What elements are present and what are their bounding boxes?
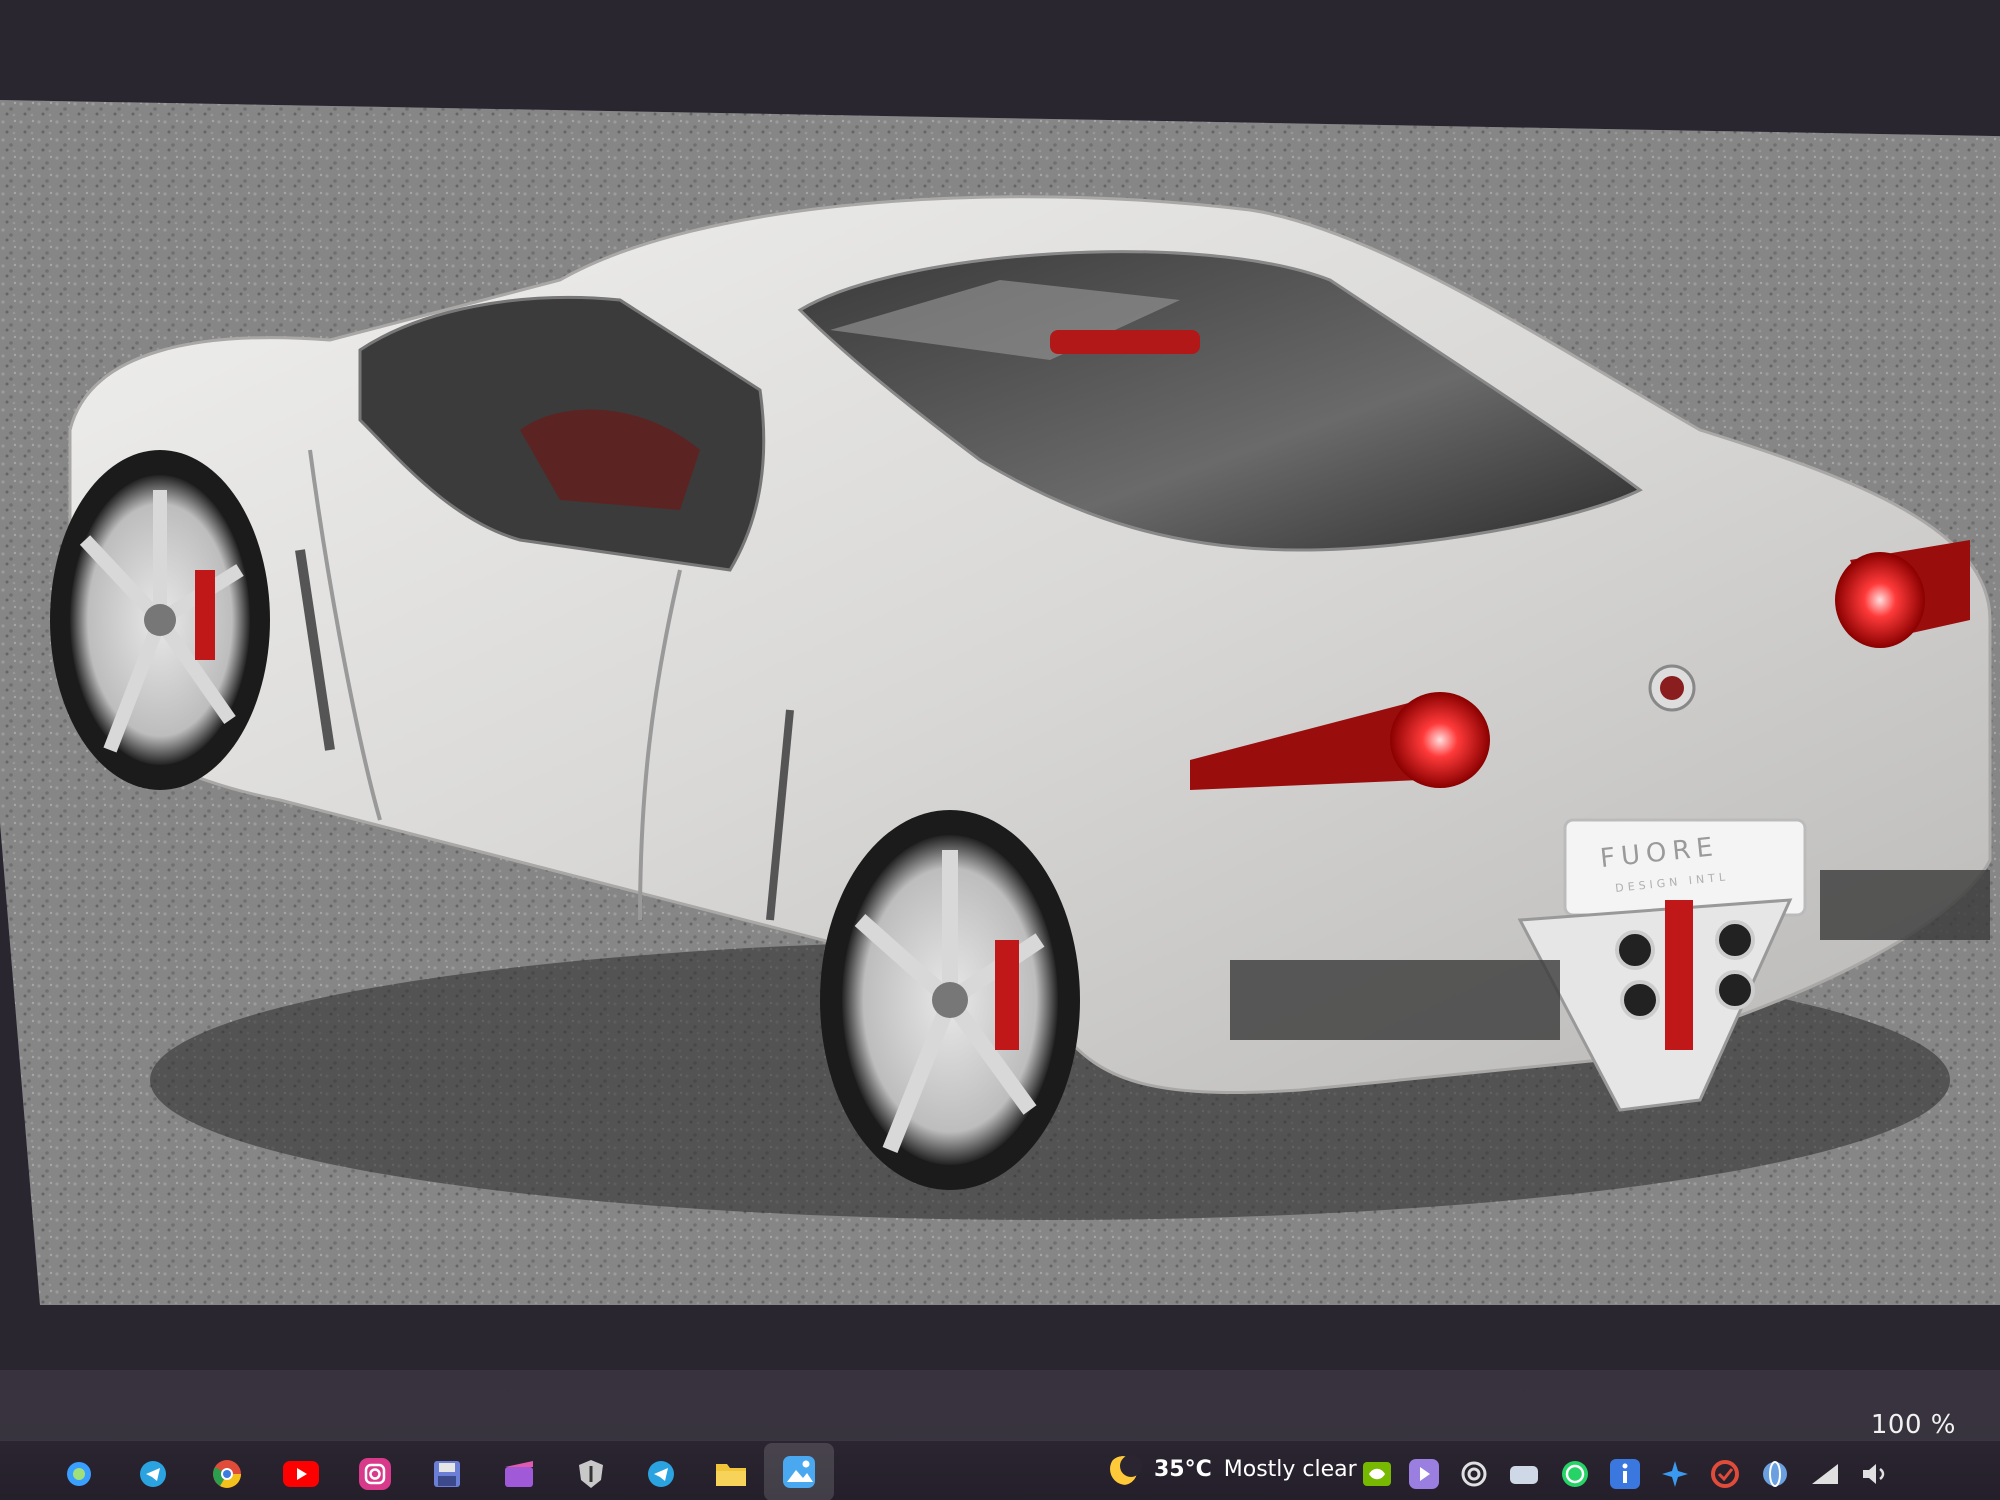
copilot-icon[interactable] — [60, 1455, 98, 1493]
save-disk-icon[interactable] — [428, 1455, 466, 1493]
antivirus-icon[interactable] — [1706, 1455, 1744, 1493]
info-icon[interactable] — [1606, 1455, 1644, 1493]
file-explorer-icon[interactable] — [712, 1455, 750, 1493]
rear-wheel — [820, 810, 1080, 1190]
car-photo-graphic — [0, 100, 2000, 1305]
photo-viewer-canvas: FUORE DESIGN INTL — [0, 0, 2000, 1370]
photos-icon[interactable] — [764, 1443, 834, 1500]
telegram-icon[interactable] — [134, 1455, 172, 1493]
cloud-icon[interactable] — [1505, 1455, 1543, 1493]
telegram-desktop-icon[interactable] — [642, 1455, 680, 1493]
whatsapp-icon[interactable] — [1556, 1455, 1594, 1493]
car-photo: FUORE DESIGN INTL — [0, 100, 2000, 1305]
volume-icon[interactable] — [1856, 1455, 1894, 1493]
chrome-icon[interactable] — [208, 1455, 246, 1493]
sparkle-icon[interactable] — [1656, 1455, 1694, 1493]
monitor-screen: FUORE DESIGN INTL 100 % 35°C Mostly clea… — [0, 0, 2000, 1500]
game-shield-icon[interactable] — [572, 1455, 610, 1493]
clapper-icon[interactable] — [500, 1455, 538, 1493]
weather-temperature: 35°C — [1154, 1456, 1212, 1482]
taskbar: 35°C Mostly clear — [0, 1440, 2000, 1500]
weather-widget[interactable]: 35°C Mostly clear — [1110, 1453, 1357, 1485]
sync-icon[interactable] — [1455, 1455, 1493, 1493]
weather-description: Mostly clear — [1223, 1456, 1357, 1482]
media-icon[interactable] — [1405, 1455, 1443, 1493]
moon-weather-icon — [1110, 1453, 1142, 1485]
network-icon[interactable] — [1806, 1455, 1844, 1493]
youtube-icon[interactable] — [282, 1455, 320, 1493]
instagram-icon[interactable] — [356, 1455, 394, 1493]
nvidia-icon[interactable] — [1358, 1455, 1396, 1493]
globe-icon[interactable] — [1756, 1455, 1794, 1493]
zoom-level-readout: 100 % — [1870, 1410, 1956, 1440]
front-wheel — [50, 450, 270, 790]
